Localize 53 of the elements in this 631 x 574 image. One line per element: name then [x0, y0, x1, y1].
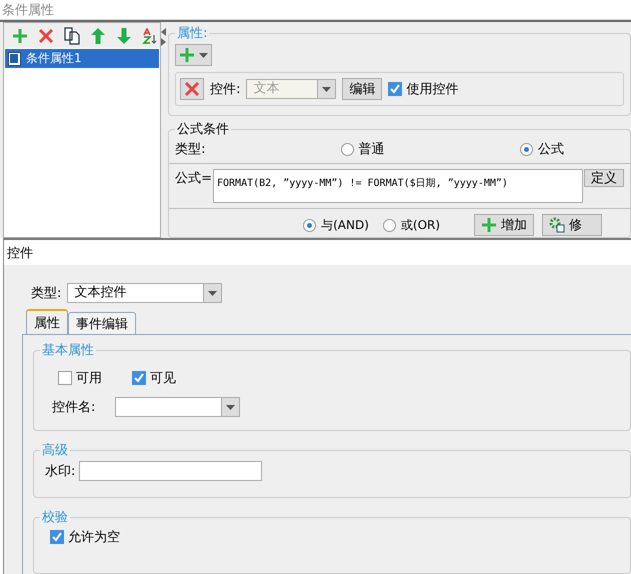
caret-icon — [226, 404, 236, 410]
formula-field[interactable]: FORMAT(B2, ”yyyy-MM”) != FORMAT($日期, ”yyyy-MM”) — [213, 169, 583, 203]
arrow-up-icon — [91, 28, 105, 44]
copy-icon — [64, 26, 80, 44]
radio-button[interactable]: 公式 — [520, 140, 564, 158]
window-title: 条件属性 — [2, 2, 54, 18]
list-item[interactable]: 条件属性1 — [5, 49, 159, 68]
check-icon — [134, 373, 144, 383]
checkbox[interactable]: 使用控件 — [388, 80, 458, 98]
formula-label: 公式= — [175, 170, 212, 187]
watermark-field[interactable] — [79, 461, 262, 482]
radio-button[interactable]: 或(OR) — [382, 216, 440, 234]
type-label: 类型: — [31, 285, 62, 302]
caret-icon — [199, 52, 208, 58]
radio-button[interactable]: 普通 — [340, 140, 385, 158]
plus-icon — [481, 217, 498, 233]
edit-button[interactable]: 编辑 — [342, 78, 382, 100]
group-title: 属性: — [176, 25, 208, 42]
dialog-title: 控件 — [7, 244, 33, 262]
checkbox[interactable]: 可用 — [58, 369, 102, 387]
check-icon — [390, 84, 400, 94]
group-title: 高级 — [41, 442, 69, 460]
remove-button[interactable] — [180, 78, 204, 100]
checkbox[interactable]: 可见 — [132, 369, 176, 387]
close-icon — [184, 81, 200, 97]
type-dropdown[interactable]: 文本控件 — [67, 283, 222, 303]
radio-button[interactable]: 与(AND) — [303, 216, 369, 234]
group-title: 基本属性 — [41, 342, 95, 359]
checkbox[interactable]: 允许为空 — [50, 528, 120, 546]
modify-button[interactable]: 修 — [542, 214, 602, 236]
sort-icon — [142, 28, 158, 44]
watermark-label: 水印: — [45, 463, 76, 480]
check-icon — [52, 532, 62, 542]
group-title: 公式条件 — [176, 121, 230, 138]
caret-icon — [322, 86, 332, 92]
arrow-down-icon — [117, 28, 131, 44]
plus-icon — [179, 47, 196, 63]
add-condition-button[interactable]: 增加 — [474, 214, 534, 236]
control-label: 控件: — [210, 81, 240, 98]
document-icon — [8, 52, 22, 66]
control-name-label: 控件名: — [52, 399, 96, 416]
define-button[interactable]: 定义 — [584, 169, 624, 187]
tab[interactable]: 属性 — [26, 309, 68, 334]
control-name-dropdown[interactable] — [115, 397, 240, 417]
type-label: 类型: — [175, 141, 206, 158]
add-dropdown-button[interactable] — [175, 44, 212, 66]
close-icon — [38, 28, 54, 44]
copy-button[interactable] — [62, 26, 82, 46]
gear-icon — [549, 217, 566, 233]
plus-icon — [12, 28, 28, 44]
tab[interactable]: 事件编辑 — [68, 312, 136, 334]
caret-icon — [208, 290, 218, 296]
group-title: 校验 — [41, 509, 69, 526]
